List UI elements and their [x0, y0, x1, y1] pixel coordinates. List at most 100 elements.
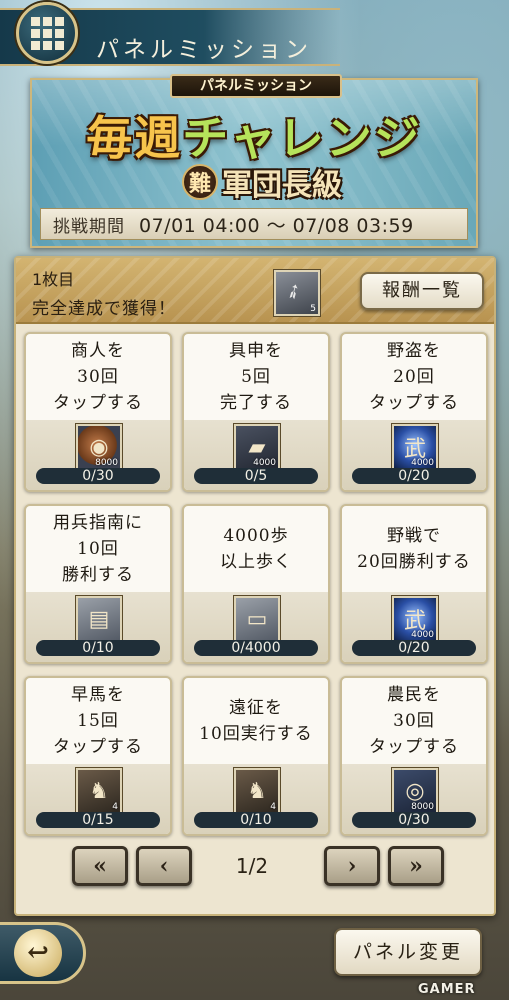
- mission-card[interactable]: 用兵指南に 10回勝利する ▤ 0/10: [24, 504, 172, 664]
- rice-bales-icon: ◎ 8000: [392, 768, 438, 814]
- banner-tag: パネルミッション: [170, 74, 342, 98]
- mission-text-line: 勝利する: [62, 565, 134, 585]
- period-label: 挑戦期間: [53, 216, 125, 237]
- mission-progress: 0/10: [36, 640, 160, 656]
- mission-reward-area: ♞ 4 0/15: [26, 764, 170, 834]
- mission-progress: 0/30: [352, 812, 476, 828]
- coin-icon: ◉ 8000: [76, 424, 122, 470]
- mission-progress: 0/20: [352, 640, 476, 656]
- ticket-icon: ▭: [234, 596, 280, 642]
- mission-text-line: 10回実行する: [199, 724, 313, 744]
- watermark: GAMER: [418, 982, 476, 997]
- back-arrow-icon: ↩: [14, 929, 62, 977]
- mission-text-line: 農民を: [387, 685, 441, 705]
- difficulty: 難 軍団長級: [182, 160, 342, 204]
- panel-description: 完全達成で獲得！: [32, 299, 176, 319]
- mission-progress: 0/5: [194, 468, 318, 484]
- mission-progress: 0/30: [36, 468, 160, 484]
- mission-card[interactable]: 商人を 30回タップする ◉ 8000 0/30: [24, 332, 172, 492]
- mission-reward-area: ▭ 0/4000: [184, 592, 328, 662]
- mission-text-line: 以上歩く: [220, 552, 292, 572]
- page-title: パネルミッション: [96, 37, 312, 63]
- mission-text-line: 早馬を: [71, 685, 125, 705]
- mission-reward-area: ▰ 4000 0/5: [184, 420, 328, 490]
- mission-text: 農民を 30回 タップする: [342, 678, 486, 760]
- mission-text-line: 30回: [393, 711, 435, 731]
- tickets-icon: ▤: [76, 596, 122, 642]
- reward-quantity: 4000: [253, 458, 276, 468]
- mission-reward-area: ▤ 0/10: [26, 592, 170, 662]
- mission-text-line: 5回: [241, 367, 271, 387]
- last-page-button[interactable]: »: [388, 846, 444, 886]
- reward-quantity: 8000: [411, 802, 434, 812]
- event-banner: パネルミッション 毎週チャレンジ 難 軍団長級 挑戦期間 07/01 04:00…: [30, 74, 478, 248]
- mission-text-line: タップする: [369, 393, 459, 413]
- mission-panel: 1枚目 完全達成で獲得！ ➶ 5 報酬一覧 商人を 30回 タップする ◉ 8000 0/…: [14, 256, 496, 916]
- mission-reward-area: 武 4000 0/20: [342, 420, 486, 490]
- difficulty-badge: 難: [182, 164, 218, 200]
- difficulty-text: 軍団長級: [222, 168, 342, 203]
- banner-title-challenge: チャレンジ: [182, 111, 422, 165]
- mission-text-line: タップする: [53, 737, 143, 757]
- mission-card[interactable]: 4000歩 以上歩く ▭ 0/4000: [182, 504, 330, 664]
- mission-text-line: 野戦で: [387, 526, 441, 546]
- mission-card[interactable]: 具申を 5回完了する ▰ 4000 0/5: [182, 332, 330, 492]
- banner-title: 毎週チャレンジ: [32, 102, 476, 168]
- reward-quantity: 8000: [95, 458, 118, 468]
- first-page-button[interactable]: «: [72, 846, 128, 886]
- mission-card[interactable]: 農民を 30回 タップする ◎ 8000 0/30: [340, 676, 488, 836]
- mission-text: 具申を 5回完了する: [184, 334, 328, 416]
- general-spirit-icon: 武 4000: [392, 596, 438, 642]
- arrows-icon: ➶: [280, 276, 307, 306]
- mission-progress: 0/10: [194, 812, 318, 828]
- mission-text: 遠征を 10回実行する: [184, 678, 328, 760]
- mission-text-line: 10回: [77, 539, 119, 559]
- reward-quantity: 4: [112, 802, 118, 812]
- mission-progress: 0/15: [36, 812, 160, 828]
- mission-progress: 0/4000: [194, 640, 318, 656]
- reward-quantity: 4: [270, 802, 276, 812]
- mission-text-line: 30回: [77, 367, 119, 387]
- completion-reward-thumbnail[interactable]: ➶ 5: [274, 270, 320, 316]
- mission-reward-area: 武 4000 0/20: [342, 592, 486, 662]
- panel-header: 1枚目 完全達成で獲得！ ➶ 5 報酬一覧: [16, 258, 494, 324]
- silver-ingot-icon: ▰ 4000: [234, 424, 280, 470]
- mission-text: 用兵指南に 10回勝利する: [26, 506, 170, 588]
- mission-text-line: 15回: [77, 711, 119, 731]
- mission-card[interactable]: 遠征を 10回実行する ♞ 4 0/10: [182, 676, 330, 836]
- horse-tag-icon: ♞ 4: [234, 768, 280, 814]
- mission-card[interactable]: 野盗を 20回 タップする武 4000 0/20: [340, 332, 488, 492]
- mission-text: 早馬を 15回タップする: [26, 678, 170, 760]
- mission-text: 4000歩以上歩く: [184, 506, 328, 588]
- general-spirit-icon: 武 4000: [392, 424, 438, 470]
- prev-page-button[interactable]: ‹: [136, 846, 192, 886]
- mission-text-line: 商人を: [71, 341, 125, 361]
- pagination: « ‹ 1/2 › »: [16, 846, 494, 894]
- page-indicator: 1/2: [235, 854, 269, 878]
- mission-text-line: タップする: [53, 393, 143, 413]
- mission-progress: 0/20: [352, 468, 476, 484]
- mission-text-line: 野盗を: [387, 341, 441, 361]
- banner-title-weekly: 毎週: [86, 111, 183, 165]
- reward-list-button[interactable]: 報酬一覧: [360, 272, 484, 310]
- panel-change-button[interactable]: パネル変更: [334, 928, 482, 976]
- mission-text-line: 用兵指南に: [53, 513, 143, 533]
- mission-grid: 商人を 30回 タップする ◉ 8000 0/30 具申を 5回 完了する ▰ 4000 0/5 野盗を…: [24, 332, 488, 836]
- menu-button[interactable]: [16, 2, 78, 64]
- reward-count: 5: [310, 304, 316, 314]
- period-value: 07/01 04:00 ～ 07/08 03:59: [139, 214, 414, 237]
- reward-quantity: 4000: [411, 458, 434, 468]
- mission-text-line: 完了する: [220, 393, 292, 413]
- mission-reward-area: ◉ 8000 0/30: [26, 420, 170, 490]
- horse-tag-icon: ♞ 4: [76, 768, 122, 814]
- mission-text-line: 4000歩: [223, 526, 289, 546]
- next-page-button[interactable]: ›: [324, 846, 380, 886]
- back-button[interactable]: ↩: [0, 922, 86, 984]
- grid-icon: [30, 16, 64, 50]
- mission-text-line: 具申を: [229, 341, 283, 361]
- reward-quantity: 4000: [411, 630, 434, 640]
- mission-card[interactable]: 早馬を 15回タップする ♞ 4 0/15: [24, 676, 172, 836]
- panel-number: 1枚目: [32, 270, 75, 289]
- mission-card[interactable]: 野戦で 20回勝利する武 4000 0/20: [340, 504, 488, 664]
- mission-text: 野戦で 20回勝利する: [342, 506, 486, 588]
